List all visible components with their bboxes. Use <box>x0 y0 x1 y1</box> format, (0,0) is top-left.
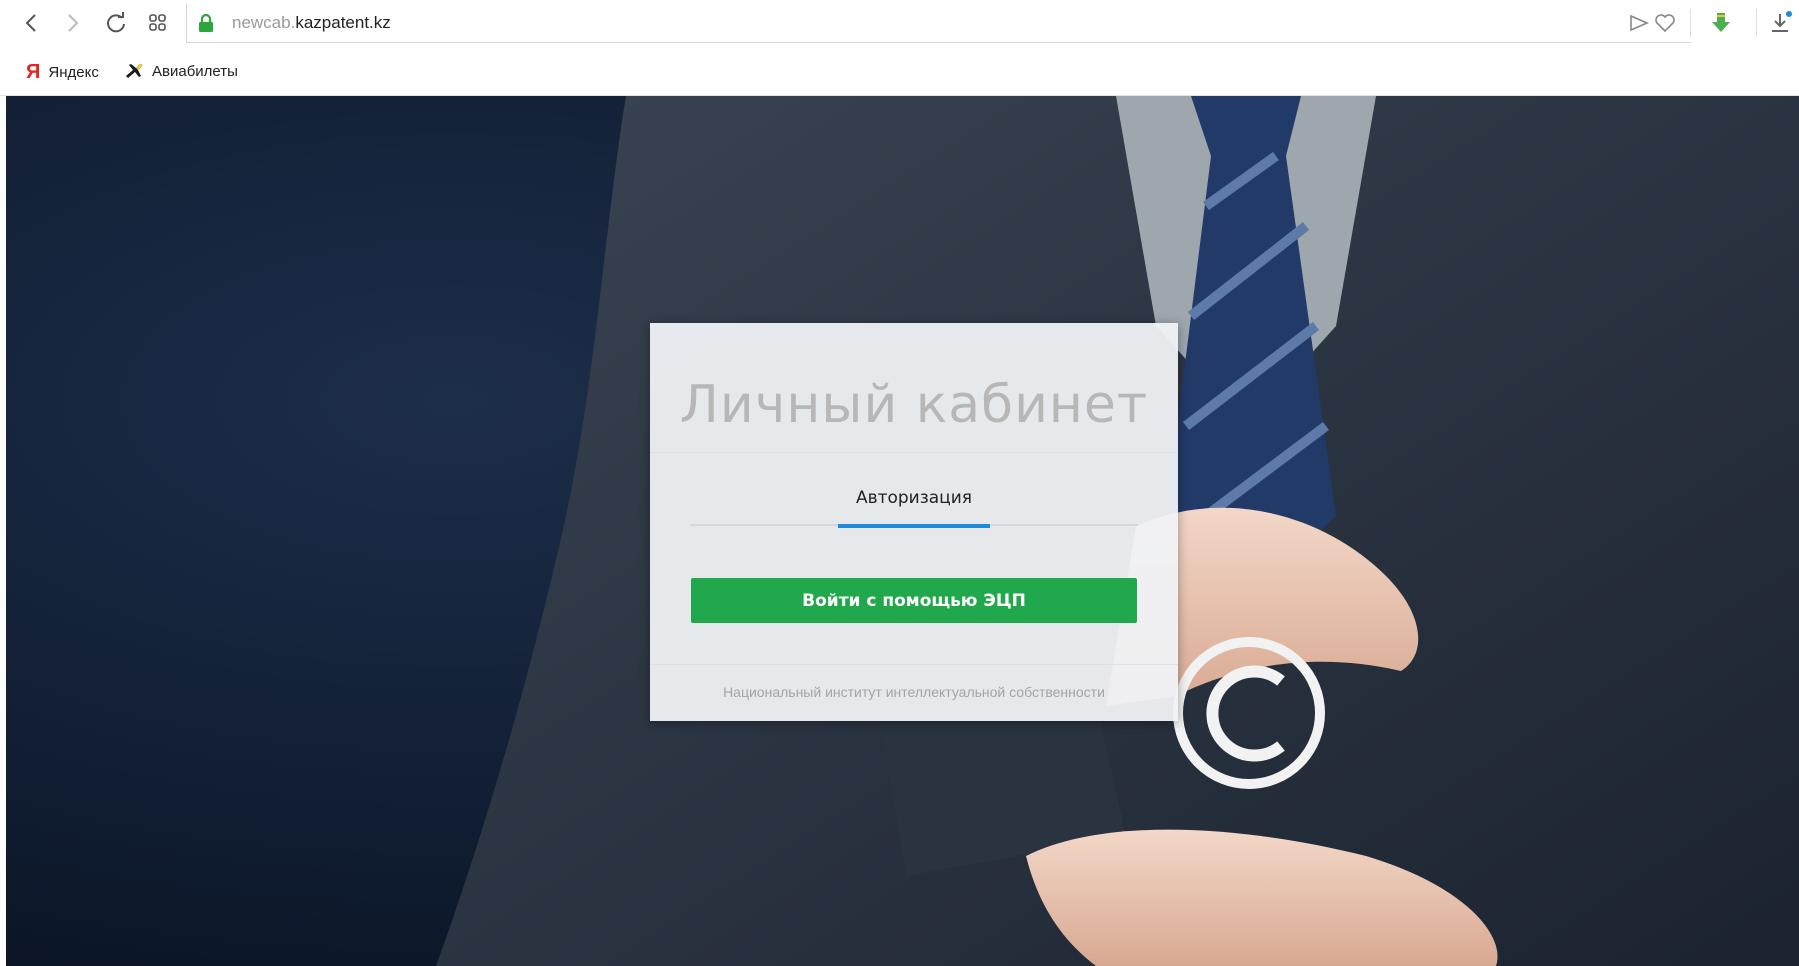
toolbar-separator <box>1690 9 1691 37</box>
bookmark-avia[interactable]: Авиабилеты <box>124 61 238 81</box>
tab-authorization[interactable]: Авторизация <box>838 488 990 528</box>
plane-icon <box>126 63 143 78</box>
toolbar-separator <box>1756 9 1757 37</box>
bookmarks-bar: Я Яндекс Авиабилеты <box>0 48 1799 96</box>
url-domain: kazpatent.kz <box>295 13 391 32</box>
send-icon <box>1630 14 1649 32</box>
url-subdomain: newcab. <box>232 13 296 32</box>
lock-icon <box>199 14 213 32</box>
send-button[interactable] <box>1628 9 1650 37</box>
downloads-button[interactable] <box>1766 9 1794 37</box>
forward-arrow-icon <box>68 14 79 32</box>
address-bar[interactable] <box>186 4 1691 43</box>
auth-tabs: Авторизация <box>690 488 1138 528</box>
reload-button[interactable] <box>101 8 131 38</box>
tabs-grid-button[interactable] <box>143 8 173 38</box>
forward-button[interactable] <box>58 8 88 38</box>
bookmark-label: Яндекс <box>48 64 99 81</box>
download-icon <box>1772 11 1792 32</box>
card-divider <box>650 452 1178 453</box>
bookmark-yandex[interactable]: Я Яндекс <box>26 61 99 84</box>
extension-button[interactable] <box>1706 9 1736 37</box>
card-title: Личный кабинет <box>679 375 1149 435</box>
reload-icon <box>107 12 125 33</box>
card-divider-bottom <box>650 664 1178 665</box>
tab-label: Авторизация <box>855 488 973 508</box>
url-text[interactable]: newcab.kazpatent.kz <box>232 13 391 33</box>
grid-icon <box>149 14 166 31</box>
back-arrow-icon <box>25 14 36 32</box>
yandex-icon: Я <box>26 61 41 83</box>
download-arrow-extension-icon <box>1712 13 1730 32</box>
login-card: Личный кабинет Авторизация Войти с помощ… <box>650 323 1178 721</box>
active-tab-indicator <box>838 524 990 528</box>
card-footer: Национальный институт интеллектуальной с… <box>723 684 1105 700</box>
login-eds-button[interactable]: Войти с помощью ЭЦП <box>691 578 1137 623</box>
favorite-button[interactable] <box>1652 9 1678 37</box>
back-button[interactable] <box>16 8 46 38</box>
browser-toolbar: newcab.kazpatent.kz <box>0 0 1799 48</box>
bookmark-label: Авиабилеты <box>152 62 238 80</box>
heart-icon <box>1655 14 1675 33</box>
page-viewport: Личный кабинет Авторизация Войти с помощ… <box>6 96 1799 966</box>
